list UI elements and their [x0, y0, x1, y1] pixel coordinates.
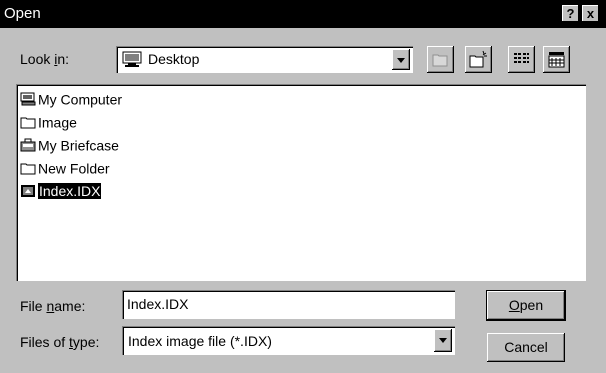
desktop-icon [122, 51, 142, 71]
cancel-button[interactable]: Cancel [487, 333, 565, 362]
look-in-label: Look in: [20, 51, 70, 67]
up-one-level-button[interactable] [427, 46, 454, 73]
briefcase-icon [20, 138, 36, 152]
up-folder-icon [432, 52, 449, 70]
list-view-button[interactable] [508, 46, 535, 73]
file-name-label: File name: [20, 298, 86, 314]
file-type-dropdown[interactable]: Index image file (*.IDX) [122, 326, 455, 355]
file-name-input[interactable]: Index.IDX [122, 290, 455, 319]
look-in-value: Desktop [148, 51, 200, 67]
file-item-index-idx[interactable]: Index.IDX [20, 182, 103, 204]
help-button[interactable]: ? [562, 5, 579, 22]
file-type-label: Files of type: [20, 334, 100, 350]
new-folder-icon [469, 50, 488, 71]
close-button[interactable]: x [582, 5, 599, 22]
idx-file-icon [20, 184, 36, 198]
file-type-value: Index image file (*.IDX) [128, 333, 272, 349]
title-bar: Open ? x [0, 0, 606, 28]
open-button[interactable]: Open [486, 290, 566, 321]
file-item-new-folder[interactable]: New Folder [20, 159, 110, 181]
look-in-dropdown-arrow[interactable] [392, 49, 410, 70]
create-new-folder-button[interactable] [465, 46, 492, 73]
file-type-dropdown-arrow[interactable] [434, 329, 452, 352]
computer-icon [20, 92, 36, 106]
file-item-my-computer[interactable]: My Computer [20, 90, 122, 112]
file-name-value: Index.IDX [127, 296, 189, 312]
list-view-icon [513, 52, 530, 70]
window-title: Open [4, 5, 41, 22]
file-item-my-briefcase[interactable]: My Briefcase [20, 136, 119, 158]
file-item-image[interactable]: Image [20, 113, 77, 135]
folder-icon [20, 161, 36, 175]
details-view-icon [548, 51, 565, 71]
file-list[interactable]: My Computer Image My Briefcase New Folde… [16, 84, 586, 281]
look-in-dropdown[interactable]: Desktop [116, 46, 413, 73]
details-view-button[interactable] [543, 46, 570, 73]
folder-icon [20, 115, 36, 129]
